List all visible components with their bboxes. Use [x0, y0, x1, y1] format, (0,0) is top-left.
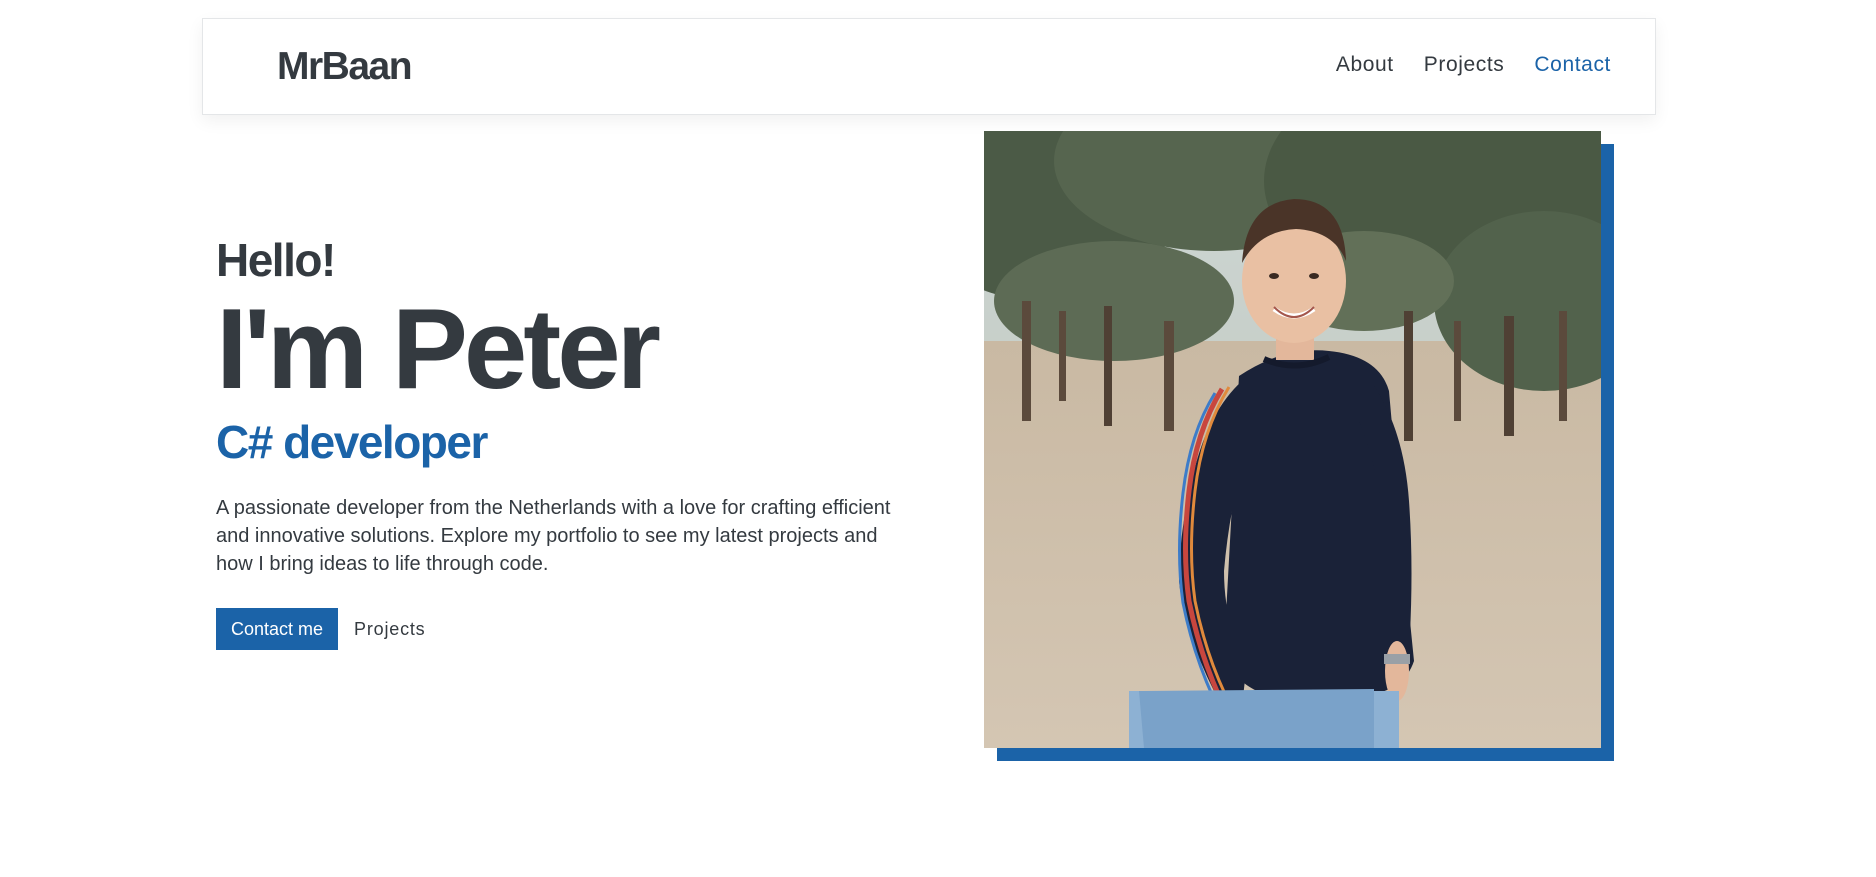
portrait-illustration: [984, 131, 1601, 748]
hero-headline: I'm Peter: [216, 286, 661, 413]
nav-link-projects[interactable]: Projects: [1424, 53, 1505, 77]
contact-me-button[interactable]: Contact me: [216, 608, 339, 650]
hero-intro: A passionate developer from the Netherla…: [216, 497, 891, 575]
hero-actions: Contact me Projects: [216, 608, 916, 650]
portrait-frame: [984, 131, 1614, 761]
projects-button[interactable]: Projects: [338, 608, 441, 650]
nav-links: About Projects Contact: [1336, 53, 1611, 77]
navbar: MrBaan About Projects Contact: [202, 18, 1656, 115]
nav-link-contact[interactable]: Contact: [1534, 53, 1611, 77]
hero-role: C# developer: [216, 416, 488, 468]
hero-text: Hello! I'm Peter C# developer A passiona…: [216, 232, 916, 650]
portrait-photo: [984, 131, 1601, 748]
nav-link-about[interactable]: About: [1336, 53, 1394, 77]
hero-greeting: Hello!: [216, 234, 336, 286]
brand-logo[interactable]: MrBaan: [277, 45, 413, 89]
